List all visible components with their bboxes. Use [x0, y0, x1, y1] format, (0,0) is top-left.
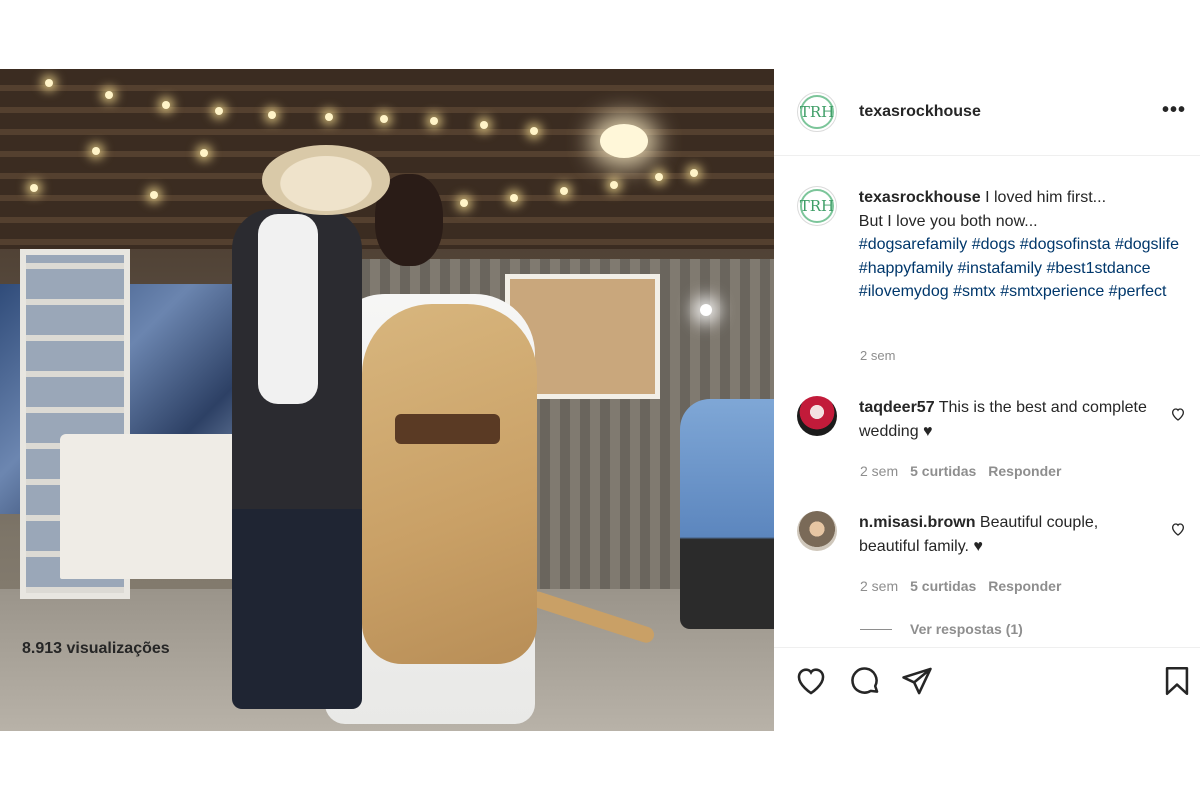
reply-button[interactable]: Responder	[988, 578, 1061, 594]
comment-time[interactable]: 2 sem	[860, 578, 898, 594]
comments-section[interactable]: TRH texasrockhouse I loved him first... …	[774, 156, 1200, 646]
post-side-panel: TRH texasrockhouse ••• TRH texasrockhous…	[774, 69, 1200, 731]
caption-hashtags[interactable]: #dogsarefamily #dogs #dogsofinsta #dogsl…	[859, 236, 1179, 300]
replies-divider-line	[860, 628, 892, 630]
comment-time[interactable]: 2 sem	[860, 463, 898, 479]
caption-line2: But I love you both now...	[858, 212, 1038, 230]
media-dog-harness	[395, 414, 500, 444]
profile-avatar[interactable]: TRH	[797, 92, 837, 132]
caption-line1: I loved him first...	[985, 189, 1107, 206]
comment-avatar[interactable]	[797, 396, 837, 436]
more-options-icon[interactable]: •••	[1162, 99, 1186, 122]
header-username[interactable]: texasrockhouse	[859, 103, 981, 121]
action-bar	[774, 647, 1200, 731]
comment-body: n.misasi.brown Beautiful couple, beautif…	[859, 511, 1149, 559]
avatar-initials: TRH	[800, 95, 834, 129]
media-ceiling-fan-light	[600, 124, 648, 158]
post-media-video[interactable]	[0, 69, 774, 731]
media-table	[60, 434, 260, 579]
post-header: TRH texasrockhouse •••	[774, 69, 1200, 156]
comment-username[interactable]: n.misasi.brown	[859, 514, 975, 531]
media-phone-flash	[700, 304, 712, 316]
media-dog	[362, 304, 537, 664]
comment-likes[interactable]: 5 curtidas	[910, 578, 976, 594]
comment-icon[interactable]	[848, 664, 882, 698]
caption-time[interactable]: 2 sem	[860, 348, 895, 363]
view-replies-label: Ver respostas (1)	[910, 621, 1023, 637]
media-cowboy-hat	[262, 145, 390, 215]
comment-username[interactable]: taqdeer57	[859, 399, 935, 416]
caption-avatar-initials: TRH	[800, 189, 834, 223]
view-replies-button[interactable]: Ver respostas (1)	[860, 621, 1023, 637]
bookmark-icon[interactable]	[1160, 664, 1194, 698]
caption-text: texasrockhouse I loved him first... But …	[859, 186, 1187, 304]
comment-item: taqdeer57 This is the best and complete …	[797, 396, 1187, 444]
caption-username[interactable]: texasrockhouse	[859, 189, 981, 206]
caption: TRH texasrockhouse I loved him first... …	[797, 186, 1187, 304]
comment-likes[interactable]: 5 curtidas	[910, 463, 976, 479]
comment-meta: 2 sem 5 curtidas Responder	[860, 578, 1061, 594]
comment-avatar[interactable]	[797, 511, 837, 551]
reply-button[interactable]: Responder	[988, 463, 1061, 479]
comment-like-heart-icon[interactable]	[1170, 521, 1186, 537]
comment-body: taqdeer57 This is the best and complete …	[859, 396, 1149, 444]
comment-item: n.misasi.brown Beautiful couple, beautif…	[797, 511, 1187, 559]
caption-avatar[interactable]: TRH	[797, 186, 837, 226]
views-count[interactable]: 8.913 visualizações	[22, 640, 170, 658]
share-icon[interactable]	[900, 664, 934, 698]
media-guest	[680, 399, 774, 629]
heart-icon[interactable]	[794, 664, 828, 698]
media-groom-shirt	[258, 214, 318, 404]
comment-meta: 2 sem 5 curtidas Responder	[860, 463, 1061, 479]
comment-like-heart-icon[interactable]	[1170, 406, 1186, 422]
